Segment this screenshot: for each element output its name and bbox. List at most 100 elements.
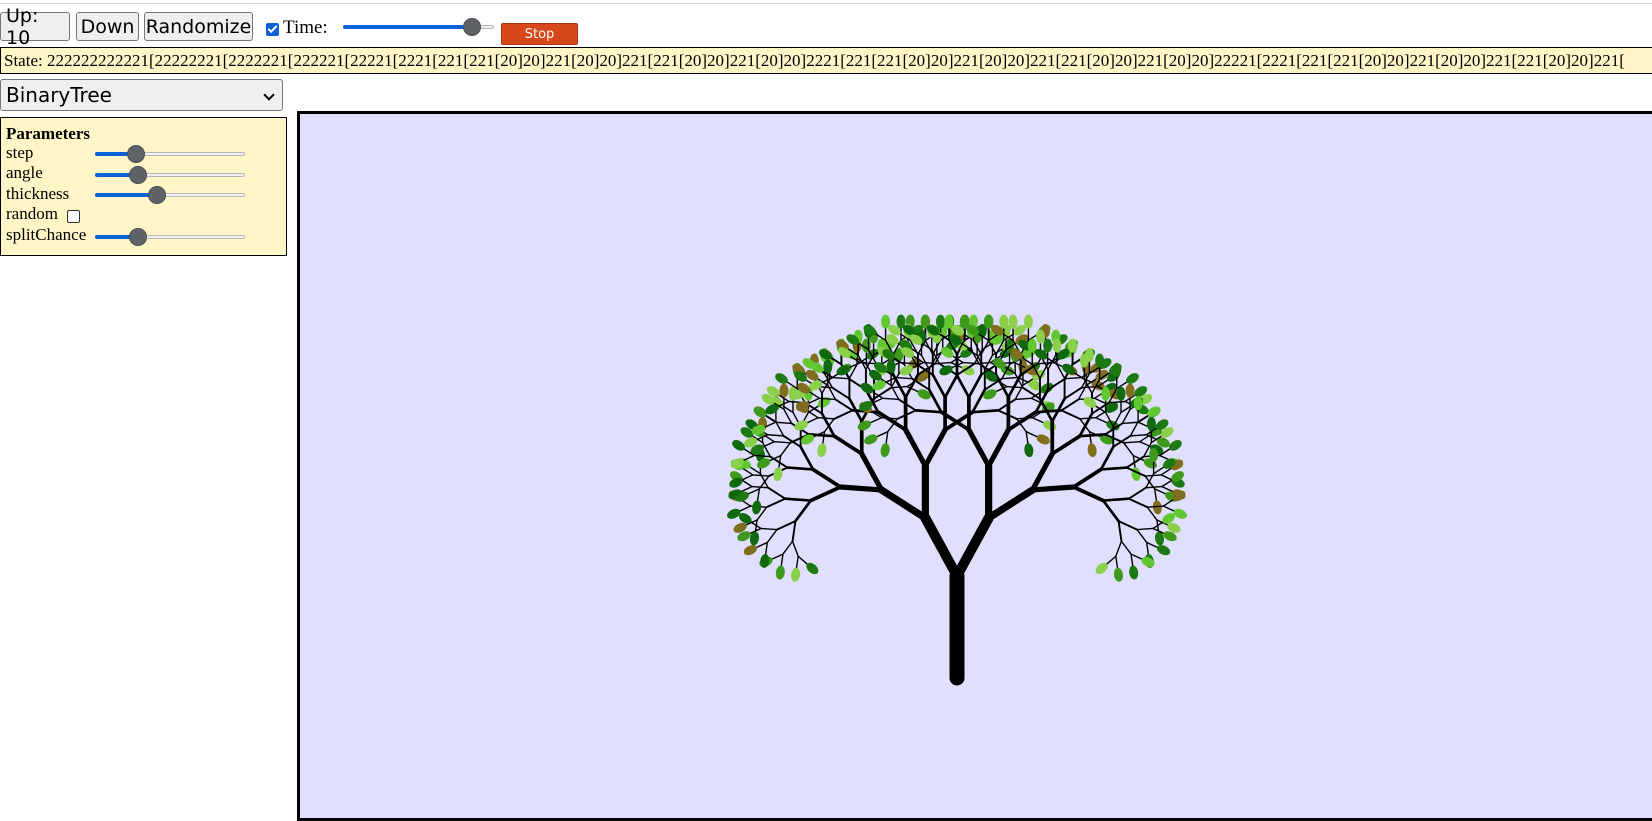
tree-branch	[794, 499, 813, 523]
angle-slider[interactable]	[95, 166, 245, 184]
tree-branch	[971, 388, 987, 414]
tree-branch	[1127, 486, 1147, 500]
tree-branch	[774, 421, 793, 425]
randomize-button[interactable]: Randomize	[144, 12, 253, 41]
tree-branch	[779, 442, 791, 457]
tree-branch	[778, 454, 782, 469]
up-button[interactable]: Up: 10	[0, 5, 70, 49]
tree-leaf	[1042, 420, 1057, 431]
tree-leaf	[1149, 447, 1159, 462]
tree-leaf	[752, 500, 762, 515]
tree-branch	[1117, 520, 1139, 531]
tree-branch	[962, 361, 980, 365]
tree-leaf	[1126, 373, 1139, 384]
thickness-slider-thumb[interactable]	[147, 186, 166, 204]
tree-branch	[1099, 466, 1128, 471]
tree-branch	[1123, 440, 1141, 444]
tree-leaf	[817, 443, 827, 458]
tree-branch	[1071, 485, 1106, 503]
tree-canvas[interactable]	[297, 111, 1652, 821]
tree-branch	[740, 474, 754, 481]
tree-leaf	[1067, 338, 1077, 353]
step-slider[interactable]	[95, 145, 245, 163]
tree-leaf	[743, 545, 758, 556]
chevron-down-icon	[263, 89, 275, 101]
tree-branch	[1161, 485, 1175, 493]
param-label-random: random	[6, 204, 58, 223]
tree-leaf	[1036, 434, 1050, 445]
stop-button[interactable]: Stop	[501, 23, 578, 45]
tree-branch	[786, 466, 815, 471]
tree-branch	[1060, 409, 1081, 420]
tree-branch	[1160, 467, 1173, 476]
tree-branch	[1130, 553, 1134, 568]
tree-branch	[1115, 555, 1119, 570]
tree-branch	[770, 553, 784, 561]
tree-leaf	[727, 508, 741, 519]
random-checkbox[interactable]	[67, 210, 80, 223]
tree-branch	[766, 528, 778, 544]
parameters-panel: Parameters step angle thickness random s…	[0, 117, 287, 256]
tree-leaf	[790, 567, 801, 582]
tree-branch	[1136, 527, 1154, 531]
tree-leaf	[999, 314, 1009, 329]
tree-branch	[952, 513, 994, 581]
tree-leaf	[939, 365, 953, 376]
tree-branch	[1145, 541, 1159, 549]
tree-leaf	[1079, 353, 1089, 368]
step-slider-thumb[interactable]	[126, 145, 145, 163]
tree-branch	[747, 488, 761, 495]
tree-leaf	[1008, 314, 1018, 329]
tree-branch	[766, 434, 785, 437]
tree-branch	[783, 497, 813, 502]
system-select[interactable]: BinaryTree	[0, 79, 283, 111]
tree-branch	[1129, 421, 1139, 437]
time-slider[interactable]	[343, 18, 494, 36]
tree-branch	[791, 540, 799, 557]
tree-branch	[1029, 451, 1055, 493]
tree-leaf	[1133, 396, 1143, 411]
tree-branch	[799, 445, 815, 471]
tree-leaf	[961, 365, 975, 376]
tree-branch	[1161, 479, 1174, 488]
tree-leaf	[935, 314, 945, 329]
time-slider-thumb[interactable]	[462, 18, 481, 36]
tree-branch	[880, 417, 899, 420]
tree-branch	[762, 440, 775, 448]
tree-branch	[1101, 499, 1120, 523]
tree-branch	[1123, 442, 1135, 457]
tree-branch	[773, 440, 791, 444]
tree-leaf	[773, 467, 783, 482]
param-label-step: step	[6, 143, 34, 162]
tree-branch	[1071, 467, 1103, 489]
tree-leaf	[775, 373, 788, 384]
tree-leaf	[1113, 567, 1124, 582]
down-button[interactable]: Down	[76, 12, 139, 41]
tree-leaf	[1035, 329, 1045, 344]
tree-branch	[943, 373, 959, 399]
tree-branch	[756, 488, 761, 503]
tree-leaf	[1169, 440, 1182, 451]
tree-leaf	[1052, 338, 1062, 353]
tree-branch	[791, 520, 797, 543]
tree-leaf	[1146, 416, 1156, 431]
angle-slider-thumb[interactable]	[129, 166, 148, 184]
splitchance-slider-thumb[interactable]	[129, 228, 148, 246]
tree-branch	[1137, 414, 1150, 423]
tree-leaf	[1043, 338, 1053, 353]
time-slider-fill	[343, 25, 472, 29]
tree-branch	[1162, 498, 1175, 507]
time-checkbox[interactable]	[266, 23, 279, 36]
tree-branch	[1078, 433, 1107, 438]
tree-branch	[877, 486, 929, 522]
splitchance-slider[interactable]	[95, 228, 245, 246]
tree-leaf	[1125, 383, 1135, 398]
tree-branch	[1120, 540, 1132, 555]
tree-branch	[885, 430, 889, 445]
parameters-title: Parameters	[6, 124, 91, 143]
tree-branch	[1101, 497, 1131, 502]
tree-branch	[1088, 430, 1092, 445]
thickness-slider[interactable]	[95, 186, 245, 204]
tree-branch	[805, 417, 819, 424]
tree-branch	[1153, 488, 1167, 495]
